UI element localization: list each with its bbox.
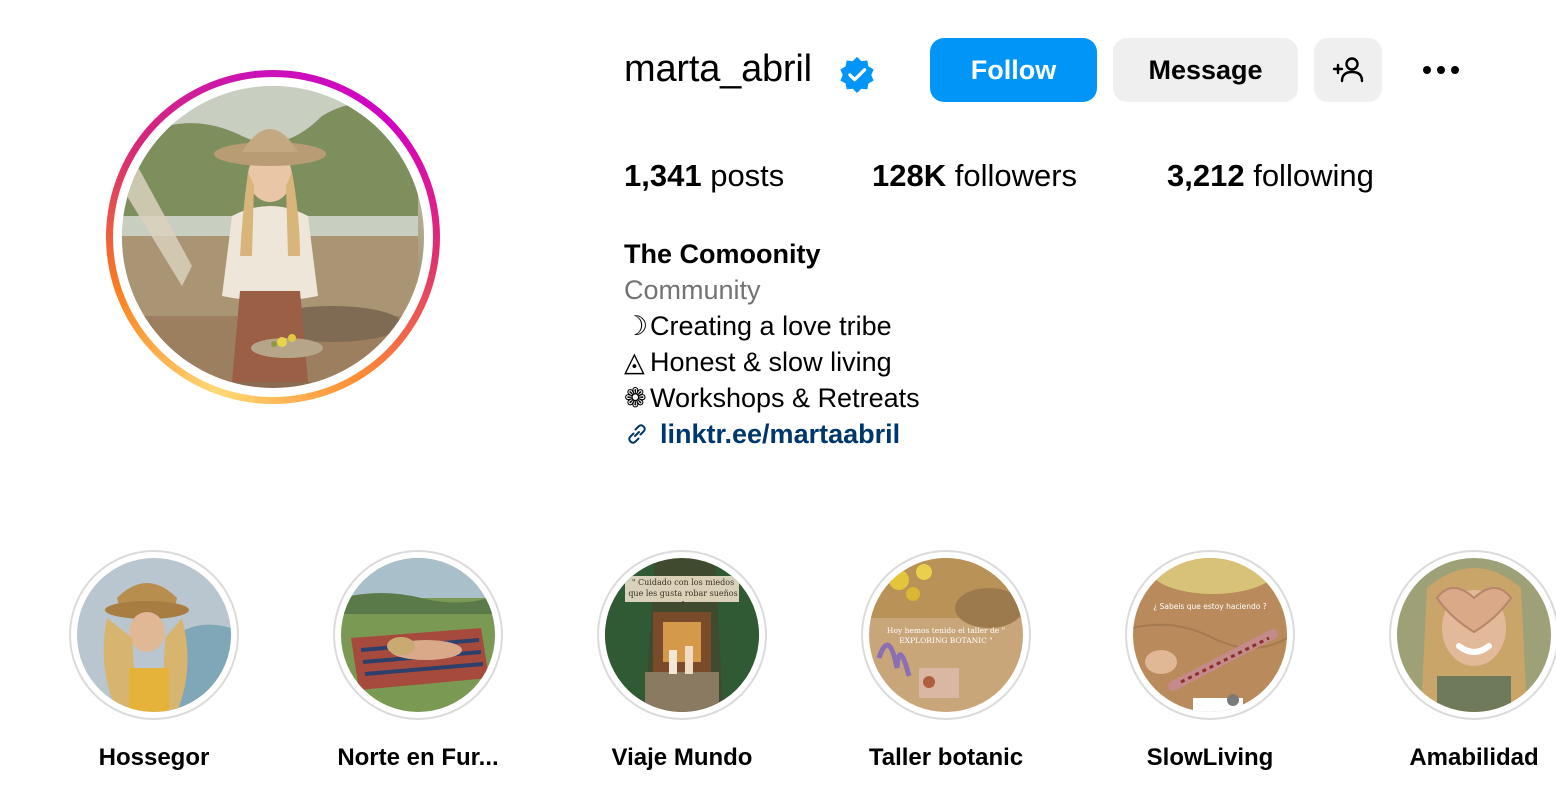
- avatar-photo-illustration: [122, 86, 418, 382]
- highlight-ring: ¿ Sabeis que estoy haciendo ?: [1125, 550, 1295, 720]
- highlight-ring: [333, 550, 503, 720]
- highlight-cover: Hoy hemos tenido el taller de " EXPLORIN…: [869, 558, 1023, 712]
- story-highlight-amabilidad[interactable]: Amabilidad: [1374, 550, 1556, 772]
- followers-label: followers: [954, 158, 1078, 193]
- avatar-border: [113, 77, 433, 397]
- highlight-label: Taller botanic: [868, 744, 1024, 771]
- bio-link[interactable]: linktr.ee/martaabril: [624, 416, 920, 452]
- story-highlight-hossegor[interactable]: Hossegor: [54, 550, 254, 772]
- highlight-cover: [341, 558, 495, 712]
- highlight-cover: [77, 558, 231, 712]
- highlight-ring: [1389, 550, 1556, 720]
- verified-badge-icon: [840, 56, 874, 93]
- avatar: [122, 86, 424, 388]
- highlight-overlay-text: Hoy hemos tenido el taller de " EXPLORIN…: [886, 626, 1006, 645]
- profile-bio: The Comoonity Community ☽Creating a love…: [624, 236, 920, 452]
- bio-link-text[interactable]: linktr.ee/martaabril: [660, 416, 900, 452]
- posts-count: 1,341: [624, 158, 702, 193]
- more-options-icon: [1423, 66, 1431, 74]
- message-button[interactable]: Message: [1113, 38, 1298, 102]
- highlight-cover-image: [1133, 558, 1287, 712]
- highlight-label: Viaje Mundo: [611, 744, 753, 771]
- link-icon: [628, 424, 646, 444]
- bio-line: ☽Creating a love tribe: [624, 308, 920, 344]
- more-dot: [1451, 66, 1459, 74]
- highlight-ring: [69, 550, 239, 720]
- story-highlight-norte-en-fur[interactable]: Norte en Fur...: [318, 550, 518, 772]
- posts-label: posts: [710, 158, 785, 193]
- bio-line: ❁ Workshops & Retreats: [624, 380, 920, 416]
- followers-count: 128K: [872, 158, 947, 193]
- highlight-cover-image: [1397, 558, 1551, 712]
- highlight-cover-image: [77, 558, 231, 712]
- moon-icon: ☽: [624, 311, 649, 341]
- suggest-users-button[interactable]: [1314, 38, 1382, 102]
- follow-button[interactable]: Follow: [930, 38, 1097, 102]
- highlight-overlay-text: ¿ Sabeis que estoy haciendo ?: [1153, 602, 1267, 611]
- bio-line-text: Creating a love tribe: [650, 311, 892, 341]
- highlight-overlay-text: " Cuidado con los miedos que les gusta r…: [628, 578, 738, 609]
- highlight-label: Hossegor: [98, 744, 210, 771]
- highlight-label: Amabilidad: [1409, 744, 1539, 771]
- profile-display-name: The Comoonity: [624, 239, 821, 269]
- profile-username: marta_abril: [624, 48, 812, 90]
- highlight-label: SlowLiving: [1146, 744, 1274, 771]
- highlight-cover-image: [341, 558, 495, 712]
- following-label: following: [1253, 158, 1374, 193]
- profile-avatar-story-ring[interactable]: [106, 70, 440, 404]
- bio-line: ◬ Honest & slow living: [624, 344, 920, 380]
- more-options-button[interactable]: [1412, 50, 1470, 90]
- highlight-cover: [1397, 558, 1551, 712]
- more-dot: [1437, 66, 1445, 74]
- highlight-ring: Hoy hemos tenido el taller de " EXPLORIN…: [861, 550, 1031, 720]
- highlight-cover: ¿ Sabeis que estoy haciendo ?: [1133, 558, 1287, 712]
- following-stat[interactable]: 3,212 following: [1167, 158, 1374, 194]
- following-count: 3,212: [1167, 158, 1245, 193]
- story-highlight-slowliving[interactable]: ¿ Sabeis que estoy haciendo ? SlowLiving: [1110, 550, 1310, 772]
- story-highlight-viaje-mundo[interactable]: " Cuidado con los miedos que les gusta r…: [582, 550, 782, 772]
- followers-stat[interactable]: 128K followers: [872, 158, 1077, 194]
- bio-line-text: Workshops & Retreats: [650, 383, 920, 413]
- profile-category: Community: [624, 275, 761, 305]
- highlight-cover: " Cuidado con los miedos que les gusta r…: [605, 558, 759, 712]
- story-highlight-taller-botanic[interactable]: Hoy hemos tenido el taller de " EXPLORIN…: [846, 550, 1046, 772]
- add-user-icon: [1332, 57, 1364, 83]
- flower-icon: ❁: [624, 383, 647, 413]
- highlight-ring: " Cuidado con los miedos que les gusta r…: [597, 550, 767, 720]
- highlight-label: Norte en Fur...: [337, 744, 499, 771]
- bio-line-text: Honest & slow living: [650, 347, 892, 377]
- posts-stat: 1,341 posts: [624, 158, 784, 194]
- triangle-icon: ◬: [624, 347, 645, 377]
